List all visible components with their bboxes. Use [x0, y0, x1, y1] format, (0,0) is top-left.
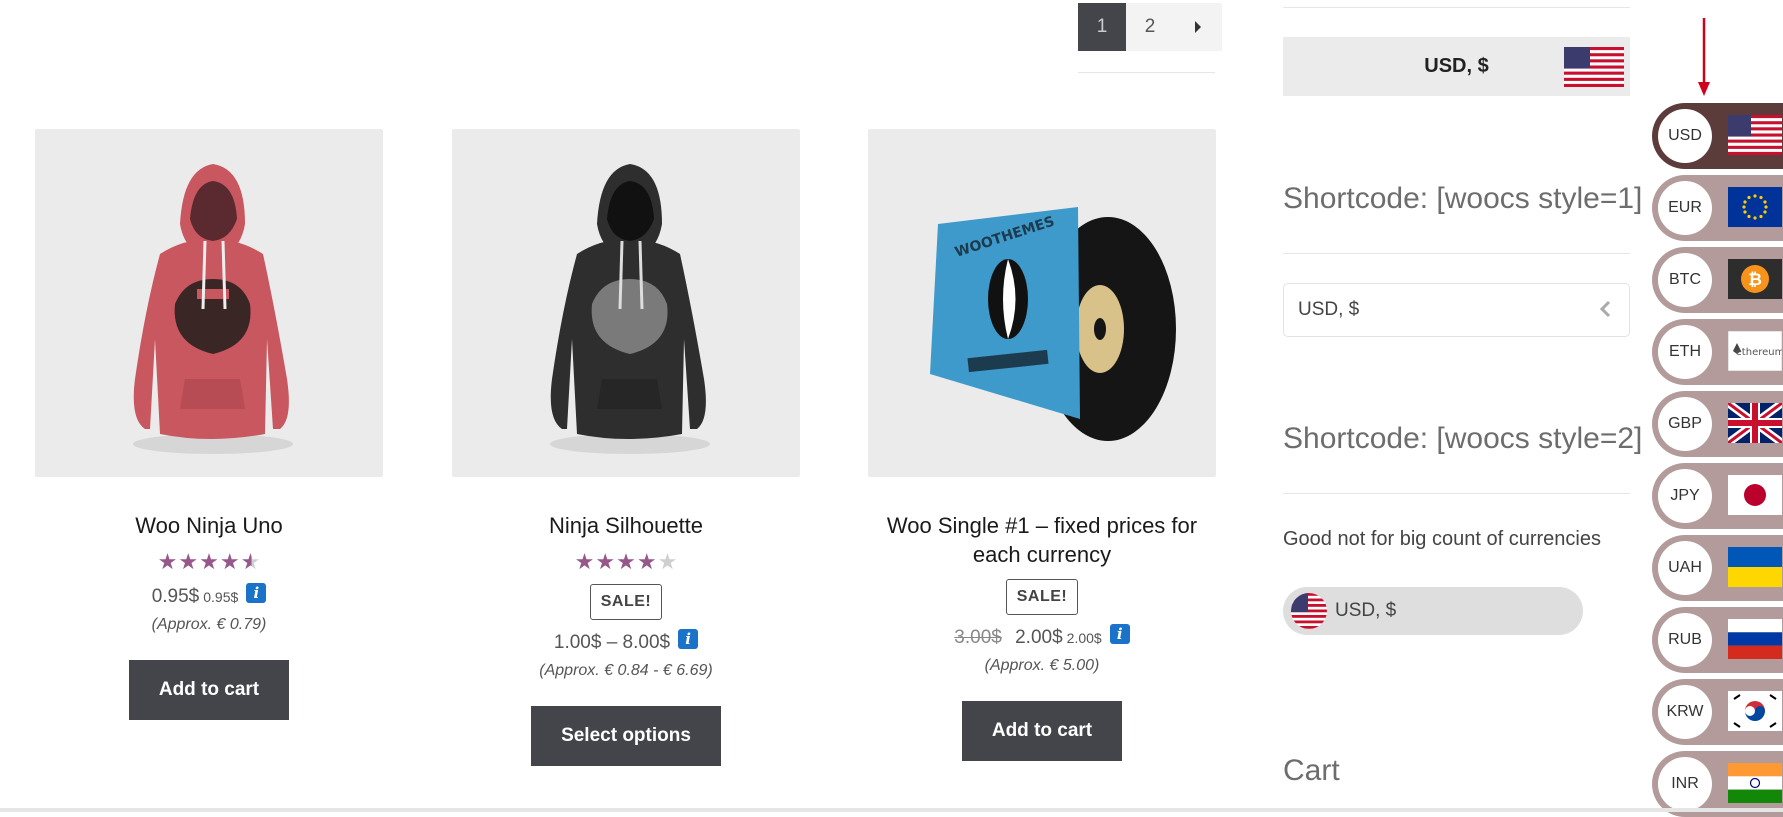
sale-badge: SALE!: [1005, 579, 1079, 615]
chevron-left-icon: [1599, 300, 1611, 318]
approx-price: (Approx. € 0.79): [151, 616, 267, 633]
shortcode-note: Good not for big count of currencies: [1283, 528, 1601, 550]
star-icon: ★: [157, 549, 178, 574]
currency-code: USD: [1658, 109, 1712, 163]
pill-value: USD, $: [1335, 600, 1397, 621]
us-flag-icon: [1291, 593, 1327, 629]
star-icon: ★: [636, 549, 657, 574]
currency-pill-select[interactable]: USD, $: [1283, 587, 1583, 635]
star-empty-icon: ★: [657, 549, 678, 574]
product-card: WOOTHEMES Woo Single #1 – fixed prices f…: [868, 129, 1216, 761]
pagination-divider: [1078, 72, 1215, 73]
price-small: 2.00$: [1066, 630, 1102, 646]
ukraine-flag-icon: [1728, 547, 1782, 587]
pink-hoodie-image: [133, 164, 293, 454]
currency-select-value: USD, $: [1298, 299, 1360, 320]
sale-badge: SALE!: [589, 584, 663, 620]
product-card: Ninja Silhouette ★ ★ ★ ★ ★ SALE! 1.00$ – 8.0…: [452, 129, 800, 766]
currency-select[interactable]: USD, $: [1283, 283, 1630, 337]
svg-text:ethereum: ethereum: [1736, 347, 1782, 358]
approx-price: (Approx. € 5.00): [984, 657, 1100, 674]
product-title[interactable]: Woo Single #1 – fixed prices for each cu…: [868, 511, 1216, 569]
bitcoin-icon: ₿: [1728, 259, 1782, 299]
side-currency-krw[interactable]: KRW: [1652, 679, 1783, 745]
star-icon: ★: [616, 549, 636, 574]
add-to-cart-button[interactable]: Add to cart: [961, 701, 1123, 761]
next-page-button[interactable]: [1174, 3, 1222, 51]
product-title[interactable]: Ninja Silhouette: [452, 511, 800, 540]
currency-code: UAH: [1658, 541, 1712, 595]
japan-flag-icon: [1728, 475, 1782, 515]
product-card: Woo Ninja Uno ★ ★ ★ ★ ★ 0.95$ 0.95$ i (Appro…: [35, 129, 383, 720]
vinyl-record-image: WOOTHEMES: [930, 207, 1176, 441]
currency-code: BTC: [1658, 253, 1712, 307]
info-icon[interactable]: i: [1109, 624, 1130, 644]
ethereum-icon: ethereum: [1728, 331, 1782, 371]
russia-flag-icon: [1728, 619, 1782, 659]
star-icon: ★: [219, 549, 240, 574]
page-bottom-border: [0, 808, 1783, 812]
sidebar-divider: [1283, 7, 1630, 8]
shortcode-1-heading: Shortcode: [woocs style=1]: [1283, 182, 1643, 215]
currency-code: KRW: [1658, 685, 1712, 739]
side-currency-rub[interactable]: RUB: [1652, 607, 1783, 673]
product-image[interactable]: [452, 129, 800, 477]
korea-flag-icon: [1728, 691, 1782, 731]
star-icon: ★: [595, 549, 616, 574]
star-icon: ★: [199, 549, 219, 574]
side-currency-uah[interactable]: UAH: [1652, 535, 1783, 601]
product-image[interactable]: [35, 129, 383, 477]
price-value: 0.95$: [151, 586, 200, 607]
currency-code: ETH: [1658, 325, 1712, 379]
currency-code: INR: [1658, 757, 1712, 811]
side-currency-jpy[interactable]: JPY: [1652, 463, 1783, 529]
black-hoodie-image: [550, 164, 710, 454]
star-icon: ★: [178, 549, 199, 574]
star-rating: ★ ★ ★ ★ ★: [575, 550, 678, 574]
price-value: 2.00$: [1015, 627, 1063, 648]
product-image[interactable]: WOOTHEMES: [868, 129, 1216, 477]
star-rating: ★ ★ ★ ★ ★: [158, 550, 261, 574]
info-icon[interactable]: i: [246, 583, 267, 603]
product-price: 0.95$ 0.95$ i: [35, 583, 383, 608]
arrow-down-icon: [1698, 18, 1710, 96]
currency-switcher-bar[interactable]: USD, $: [1283, 37, 1630, 96]
uk-flag-icon: [1728, 403, 1782, 443]
cart-heading: Cart: [1283, 754, 1340, 787]
page-2-button[interactable]: 2: [1126, 3, 1174, 51]
info-icon[interactable]: i: [678, 629, 699, 649]
sidebar-divider: [1283, 493, 1630, 494]
currency-code: EUR: [1658, 181, 1712, 235]
caret-right-icon: [1195, 21, 1201, 33]
product-price: 3.00$ 2.00$ 2.00$ i: [868, 624, 1216, 649]
price-small: 0.95$: [203, 589, 239, 605]
india-flag-icon: [1728, 763, 1782, 803]
sidebar-divider: [1283, 253, 1630, 254]
shortcode-2-heading: Shortcode: [woocs style=2]: [1283, 422, 1643, 455]
side-currency-eur[interactable]: EUR: [1652, 175, 1783, 241]
side-currency-usd[interactable]: USD: [1652, 103, 1783, 169]
svg-text:₿: ₿: [1748, 270, 1762, 290]
side-currency-eth[interactable]: ETH ethereum: [1652, 319, 1783, 385]
us-flag-icon: [1564, 47, 1624, 87]
pagination: 1 2: [1078, 3, 1222, 51]
eu-flag-icon: [1728, 187, 1782, 227]
currency-code: GBP: [1658, 397, 1712, 451]
old-price: 3.00$: [954, 627, 1002, 648]
us-flag-icon: [1728, 115, 1782, 155]
page-1-button[interactable]: 1: [1078, 3, 1126, 51]
side-currency-btc[interactable]: BTC ₿: [1652, 247, 1783, 313]
price-range: 1.00$ – 8.00$: [553, 632, 671, 653]
product-price: 1.00$ – 8.00$ i: [452, 629, 800, 654]
select-options-button[interactable]: Select options: [531, 706, 721, 766]
side-currency-gbp[interactable]: GBP: [1652, 391, 1783, 457]
add-to-cart-button[interactable]: Add to cart: [128, 660, 290, 720]
star-half-icon: ★: [240, 549, 261, 574]
approx-price: (Approx. € 0.84 - € 6.69): [539, 662, 713, 679]
currency-code: RUB: [1658, 613, 1712, 667]
star-icon: ★: [574, 549, 595, 574]
product-title[interactable]: Woo Ninja Uno: [35, 511, 383, 540]
currency-code: JPY: [1658, 469, 1712, 523]
